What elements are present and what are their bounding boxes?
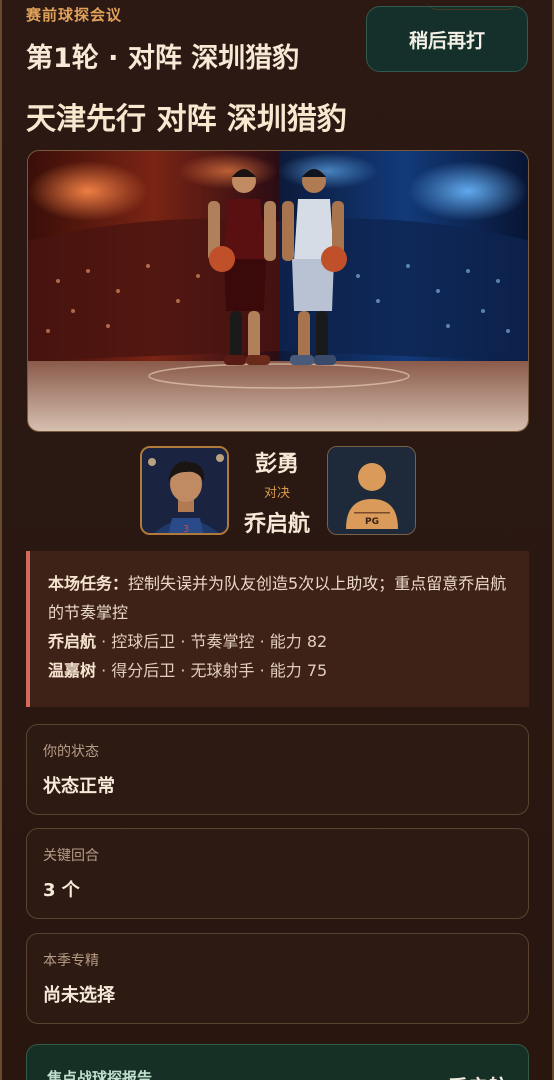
position-badge: PG: [365, 517, 379, 527]
status-card[interactable]: 你的状态 状态正常: [26, 724, 529, 815]
scout-info: · 控球后卫 · 节奏掌控 · 能力 82: [96, 632, 328, 651]
play-later-button[interactable]: 稍后再打: [366, 6, 528, 72]
opponent-name: 乔启航: [243, 512, 310, 537]
season-specialty-label: 本季专精: [43, 953, 99, 969]
status-card-label: 你的状态: [43, 744, 99, 760]
matchup-hero-image: [27, 150, 529, 432]
svg-text:3: 3: [183, 524, 189, 535]
opponent-avatar-placeholder[interactable]: PG: [327, 446, 416, 535]
mission-text: 本场任务：控制失误并为队友创造5次以上助攻；重点留意乔启航的节奏掌控: [48, 569, 511, 627]
key-possessions-card[interactable]: 关键回合 3 个: [26, 828, 529, 919]
key-possessions-label: 关键回合: [43, 848, 99, 864]
mission-panel: 本场任务：控制失误并为队友创造5次以上助攻；重点留意乔启航的节奏掌控 乔启航 ·…: [26, 551, 529, 707]
scout-name: 乔启航: [48, 632, 97, 651]
scouting-report-title: 焦点战球探报告: [47, 1069, 153, 1080]
season-specialty-card[interactable]: 本季专精 尚未选择: [26, 933, 529, 1024]
mission-label: 本场任务：: [48, 574, 129, 593]
player-avatar[interactable]: 3: [140, 446, 229, 535]
player-name: 彭勇: [254, 452, 299, 477]
scouting-report-card[interactable]: 焦点战球探报告 乔启航: [26, 1044, 529, 1080]
page-kicker: 赛前球探会议: [26, 6, 123, 24]
scout-line: 温嘉树 · 得分后卫 · 无球射手 · 能力 75: [48, 656, 511, 685]
status-card-value: 状态正常: [43, 776, 115, 797]
versus-label: 对决: [263, 486, 290, 501]
scout-line: 乔启航 · 控球后卫 · 节奏掌控 · 能力 82: [48, 627, 511, 656]
season-specialty-value: 尚未选择: [43, 985, 115, 1006]
scout-info: · 得分后卫 · 无球射手 · 能力 75: [96, 661, 328, 680]
matchup-title: 天津先行 对阵 深圳猎豹: [26, 102, 347, 137]
key-possessions-value: 3 个: [43, 880, 80, 901]
user-silhouette-icon: [358, 463, 386, 491]
scouting-report-player: 乔启航: [448, 1071, 508, 1080]
scout-name: 温嘉树: [48, 661, 97, 680]
round-title: 第1轮 · 对阵 深圳猎豹: [26, 43, 300, 74]
